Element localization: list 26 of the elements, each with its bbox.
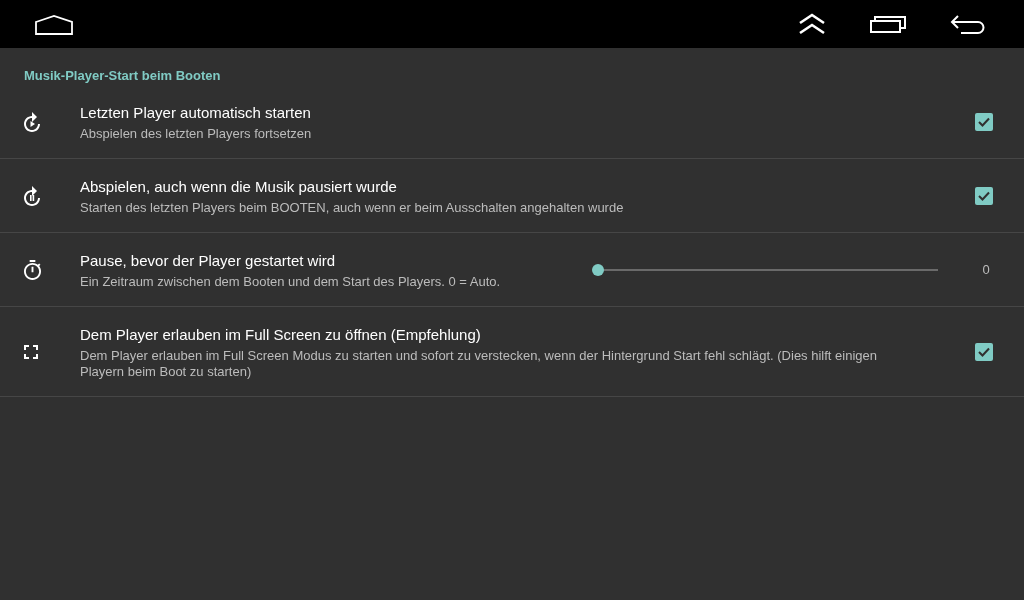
replay-play-icon <box>24 111 40 132</box>
setting-summary: Starten des letzten Players beim BOOTEN, auch wenn er beim Ausschalten angehalten wurde <box>80 200 625 216</box>
scroll-up-button[interactable] <box>798 13 826 35</box>
stacked-windows-icon <box>870 15 906 33</box>
stopwatch-icon <box>24 259 41 280</box>
setting-summary: Abspielen des letzten Players fortsetzen <box>80 126 313 142</box>
checkbox[interactable] <box>975 342 993 361</box>
setting-title: Letzten Player automatisch starten <box>80 103 312 123</box>
setting-summary: Ein Zeitraum zwischen dem Booten und dem Start des Players. 0 = Auto. <box>80 274 502 290</box>
back-button[interactable] <box>950 14 986 34</box>
double-chevron-up-icon <box>798 13 826 35</box>
replay-pause-icon <box>24 185 40 206</box>
back-arrow-icon <box>950 14 986 34</box>
setting-title: Pause, bevor der Player gestartet wird <box>80 251 337 271</box>
home-button[interactable] <box>35 14 73 35</box>
checkbox[interactable] <box>975 112 993 131</box>
recent-apps-button[interactable] <box>870 15 906 33</box>
setting-title: Abspielen, auch wenn die Musik pausiert wurde <box>80 177 398 197</box>
slider-value: 0 <box>981 262 991 277</box>
setting-title: Dem Player erlauben im Full Screen zu öffnen (Empfehlung) <box>80 325 482 345</box>
fullscreen-icon <box>24 344 38 359</box>
slider-thumb[interactable] <box>592 263 604 276</box>
home-icon <box>35 14 73 35</box>
setting-summary: Dem Player erlauben im Full Screen Modus zu starten und sofort zu verstecken, wenn der Hintergrund Start fehl schlägt. (Dies hilft einigen Playern beim Boot zu starten) <box>80 348 878 380</box>
section-header: Musik-Player-Start beim Booten <box>24 68 221 84</box>
checkbox[interactable] <box>975 186 993 205</box>
